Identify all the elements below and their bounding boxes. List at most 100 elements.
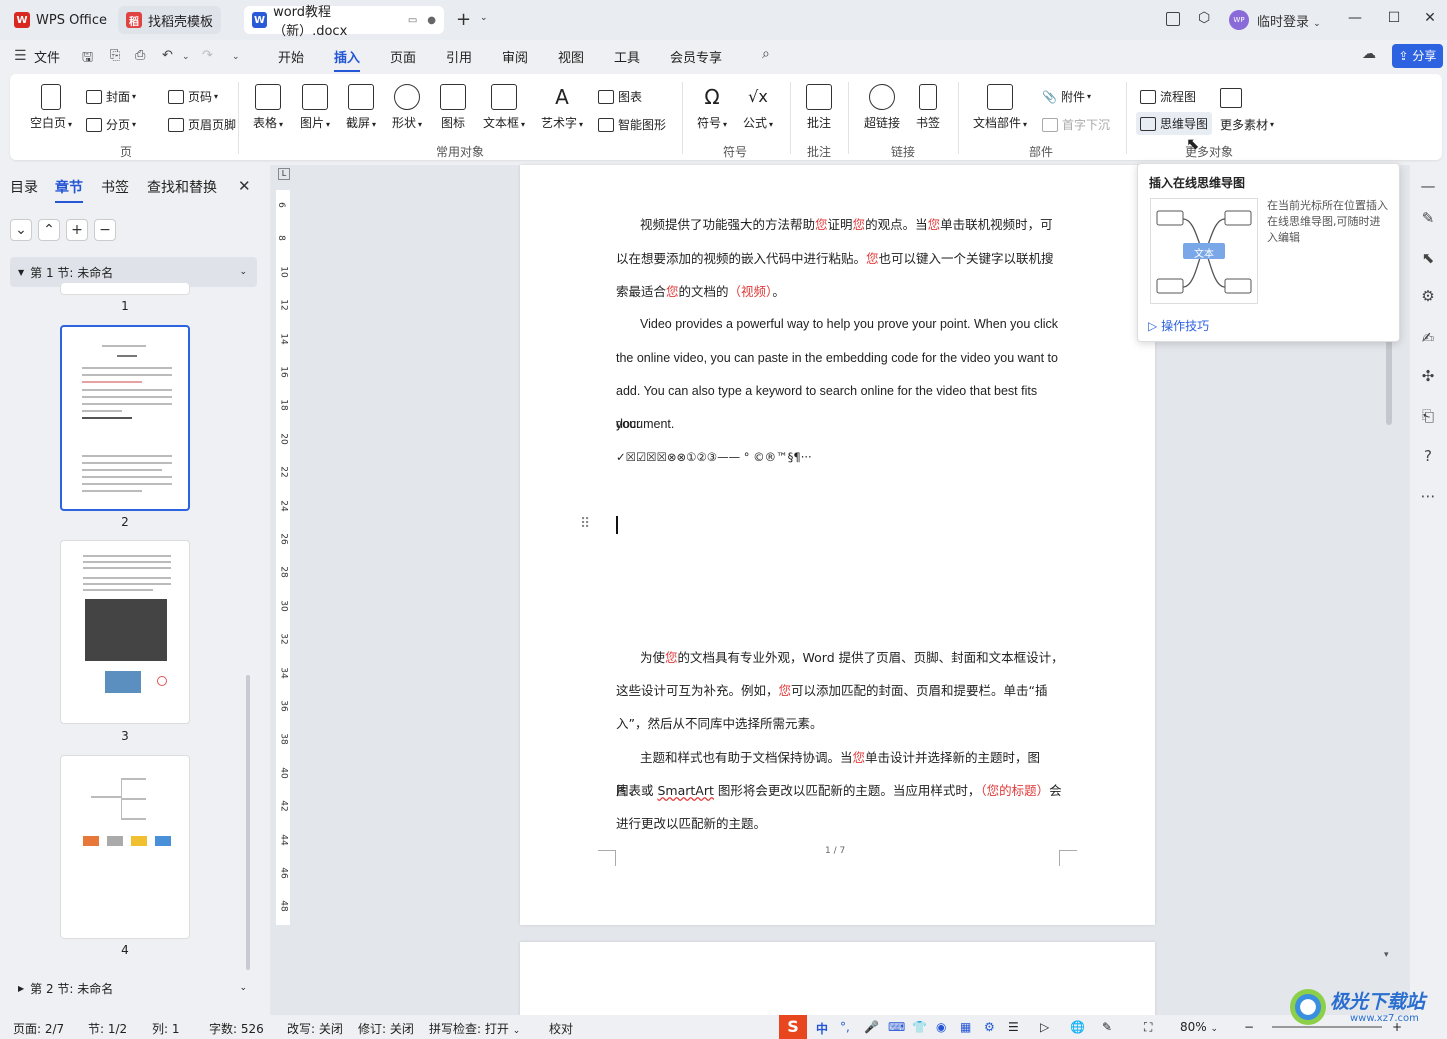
menu-view[interactable]: 视图	[558, 47, 584, 66]
maximize-icon[interactable]: ☐	[1384, 10, 1404, 26]
cube-icon[interactable]: ⬡	[1198, 10, 1210, 26]
page-number-button[interactable]: 页码 ▾	[168, 88, 218, 105]
pen-mode-icon[interactable]: ✎	[1102, 1020, 1112, 1034]
paragraph-line[interactable]: 入”，然后从不同库中选择所需元素。	[616, 707, 1064, 740]
section-2-row[interactable]: ▶ 第 2 节: 未命名 ⌄	[10, 973, 257, 1003]
status-column[interactable]: 列: 1	[152, 1020, 180, 1037]
tips-link[interactable]: ▷ 操作技巧	[1148, 317, 1209, 334]
symbol-button[interactable]: Ω 符号 ▾	[694, 84, 730, 131]
hamburger-icon[interactable]: ☰	[14, 48, 27, 64]
more-icon[interactable]: ⋯	[1418, 487, 1438, 507]
search-icon[interactable]: ⌕	[762, 46, 770, 62]
apps-grid-icon[interactable]: ▦	[960, 1020, 971, 1034]
chart-button[interactable]: 图表	[598, 88, 642, 105]
symbols-line[interactable]: ✓☒☑☒☒⊗⊗①②③—— ° ©®™§¶···	[616, 441, 1064, 474]
paragraph-english[interactable]: Video provides a powerful way to help yo…	[616, 308, 1064, 341]
hyperlink-button[interactable]: 超链接	[862, 84, 902, 131]
comment-button[interactable]: 批注	[804, 84, 834, 131]
menu-member[interactable]: 会员专享	[670, 47, 722, 66]
screenshot-button[interactable]: 截屏 ▾	[343, 84, 379, 131]
menu-tools[interactable]: 工具	[614, 47, 640, 66]
formula-button[interactable]: √x 公式 ▾	[740, 84, 776, 131]
menu-file[interactable]: 文件	[34, 47, 60, 66]
mindmap-button[interactable]: 思维导图	[1136, 112, 1213, 135]
bookmark-button[interactable]: 书签	[914, 84, 942, 131]
drag-handle-icon[interactable]: ⠿	[580, 516, 590, 532]
punctuation-icon[interactable]: °,	[840, 1020, 850, 1034]
drop-cap-button[interactable]: 首字下沉	[1042, 116, 1110, 133]
nav-tab-toc[interactable]: 目录	[10, 177, 38, 197]
flowchart-button[interactable]: 流程图	[1140, 88, 1196, 105]
undo-icon[interactable]: ↶	[162, 48, 173, 63]
settings-icon[interactable]: ⚙	[984, 1020, 995, 1034]
smart-graphic-button[interactable]: 智能图形	[598, 116, 666, 133]
microphone-icon[interactable]: 🎤	[864, 1020, 879, 1034]
nav-tab-find-replace[interactable]: 查找和替换	[147, 177, 217, 197]
add-section-button[interactable]: +	[66, 219, 88, 241]
nav-tab-section[interactable]: 章节	[55, 177, 83, 203]
blank-page-button[interactable]: 空白页 ▾	[26, 84, 76, 131]
adjust-icon[interactable]: ⚙	[1418, 287, 1438, 307]
icon-button[interactable]: 图标	[438, 84, 468, 131]
reader-icon[interactable]: ⎗	[1418, 407, 1438, 427]
redo-icon[interactable]: ↷	[202, 48, 213, 63]
paragraph[interactable]: 为使您的文档具有专业外观，Word 提供了页眉、页脚、封面和文本框设计，	[616, 641, 1064, 674]
more-quick-icon[interactable]: ⌄	[232, 52, 240, 62]
status-page[interactable]: 页面: 2/7	[13, 1020, 64, 1037]
paragraph-line[interactable]: 这些设计可互为补充。例如，您可以添加匹配的封面、页眉和提要栏。单击“插	[616, 674, 1064, 707]
status-revision[interactable]: 修订: 关闭	[358, 1020, 414, 1037]
more-material-button[interactable]: 更多素材 ▾	[1220, 116, 1274, 133]
menu-start[interactable]: 开始	[278, 47, 304, 66]
zoom-out-icon[interactable]: −	[1244, 1020, 1254, 1034]
doc-parts-button[interactable]: 文档部件 ▾	[970, 84, 1030, 131]
more-material-icon-button[interactable]	[1220, 88, 1246, 108]
chevron-down-icon[interactable]: ⌄	[239, 983, 247, 993]
tab-template[interactable]: 稻 找稻壳模板	[118, 6, 222, 34]
header-footer-button[interactable]: 页眉页脚	[168, 116, 236, 133]
play-icon[interactable]: ▷	[1040, 1020, 1049, 1034]
vertical-ruler[interactable]: 6 8 10 12 14 16 18 20 22 24 26 28 30 32 34 36 38 40 42 44 46…	[276, 190, 290, 925]
status-proofread[interactable]: 校对	[549, 1020, 573, 1037]
tab-document[interactable]: W word教程（新）.docx ▭ ●	[244, 5, 444, 39]
ime-mode[interactable]: 中	[816, 1020, 828, 1037]
undo-dropdown-icon[interactable]: ⌄	[182, 52, 190, 62]
ai-write-icon[interactable]: ✍	[1418, 329, 1438, 349]
sogou-ime-icon[interactable]: S	[779, 1015, 807, 1039]
tab-wps-office[interactable]: W WPS Office	[6, 6, 115, 34]
minimize-icon[interactable]: —	[1345, 10, 1365, 26]
close-panel-icon[interactable]: ✕	[238, 177, 251, 195]
menu-insert[interactable]: 插入	[334, 47, 361, 72]
paragraph-line[interactable]: 进行更改以匹配新的主题。	[616, 807, 1064, 840]
tab-stop-icon[interactable]: L	[278, 168, 290, 180]
page-break-button[interactable]: 分页 ▾	[86, 116, 136, 133]
menu-page[interactable]: 页面	[390, 47, 416, 66]
status-overtype[interactable]: 改写: 关闭	[287, 1020, 343, 1037]
layout-icon[interactable]	[1166, 12, 1180, 26]
cloud-chat-icon[interactable]: ☁	[1362, 46, 1376, 62]
paragraph-line[interactable]: 索最适合您的文档的（视频）。	[616, 275, 1064, 308]
cover-button[interactable]: 封面 ▾	[86, 88, 136, 105]
textbox-button[interactable]: 文本框 ▾	[480, 84, 528, 131]
paragraph-line[interactable]: 以在想要添加的视频的嵌入代码中进行粘贴。您也可以键入一个关键字以联机搜	[616, 242, 1064, 275]
fit-page-icon[interactable]: ⛶	[1144, 1020, 1152, 1035]
paragraph-line[interactable]: 图表或 SmartArt 图形将会更改以匹配新的主题。当应用样式时，（您的标题）…	[616, 774, 1064, 807]
expand-down-button[interactable]: ⌄	[10, 219, 32, 241]
help-icon[interactable]: ?	[1418, 447, 1438, 467]
close-icon[interactable]: ✕	[1420, 10, 1440, 26]
avatar[interactable]: WP	[1229, 10, 1249, 30]
document-scrollbar[interactable]	[1386, 340, 1392, 425]
table-button[interactable]: 表格 ▾	[250, 84, 286, 131]
share-button[interactable]: ⇪ 分享	[1392, 44, 1443, 68]
outline-view-icon[interactable]: ☰	[1008, 1020, 1019, 1034]
shape-button[interactable]: 形状 ▾	[389, 84, 425, 131]
web-view-icon[interactable]: 🌐	[1070, 1020, 1085, 1034]
page-thumbnail-4[interactable]	[60, 755, 190, 939]
wordart-button[interactable]: A 艺术字 ▾	[538, 84, 586, 131]
tools-icon[interactable]: ✣	[1418, 367, 1438, 387]
print-preview-icon[interactable]: ⎙	[135, 48, 145, 63]
paragraph-line[interactable]: document.	[616, 408, 1064, 441]
tab-list-chevron-icon[interactable]: ⌄	[480, 13, 488, 23]
page-thumbnail-1[interactable]	[60, 283, 190, 295]
game-icon[interactable]: ◉	[936, 1020, 946, 1034]
chevron-down-icon[interactable]: ⌄	[239, 267, 247, 277]
